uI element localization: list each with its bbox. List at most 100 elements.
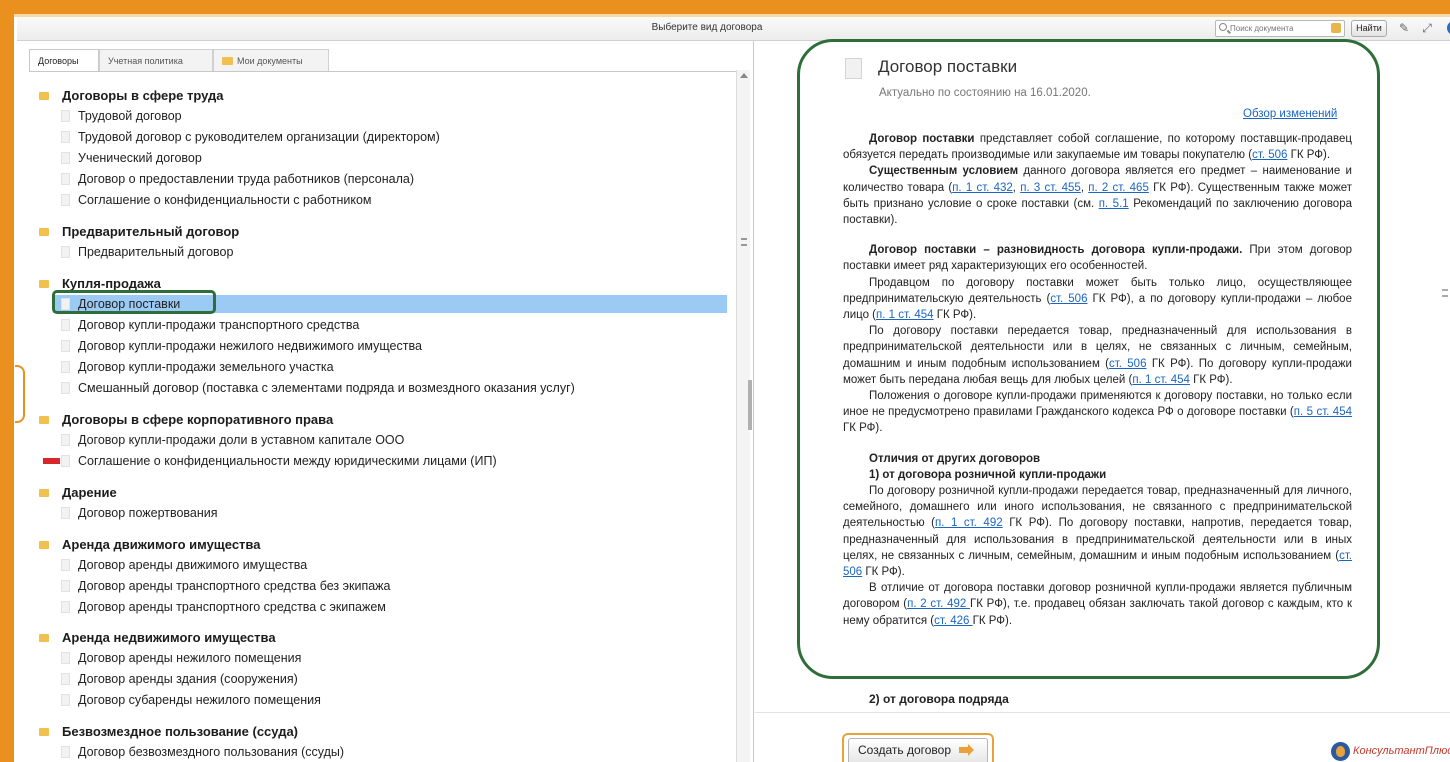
list-item-label: Договор купли-продажи земельного участка bbox=[78, 360, 334, 374]
find-button[interactable]: Найти bbox=[1351, 20, 1387, 37]
tab-contracts[interactable]: Договоры bbox=[29, 49, 99, 71]
document-icon bbox=[61, 559, 70, 571]
law-link[interactable]: ст. 506 bbox=[1050, 293, 1087, 305]
document-scrollbar[interactable] bbox=[1441, 44, 1450, 714]
section-heading: Отличия от других договоров bbox=[869, 452, 1041, 465]
subsection-heading: 1) от договора розничной купли-продажи bbox=[869, 468, 1107, 481]
tab-accounting-policy-label: Учетная политика bbox=[108, 56, 183, 66]
document-icon bbox=[61, 455, 70, 467]
category-preliminary[interactable]: Предварительный договор bbox=[39, 223, 239, 241]
list-item[interactable]: Договор о предоставлении труда работнико… bbox=[61, 170, 414, 188]
text: ГК РФ). bbox=[862, 566, 905, 579]
tab-my-documents[interactable]: Мои документы bbox=[213, 49, 329, 71]
list-item[interactable]: Договор купли-продажи земельного участка bbox=[61, 358, 334, 376]
text: ГК РФ). bbox=[1287, 149, 1331, 162]
paragraph: Договор поставки представляет собой согл… bbox=[843, 131, 1352, 163]
window-title: Выберите вид договора bbox=[651, 22, 763, 33]
category-label: Договоры в сфере труда bbox=[62, 88, 224, 103]
list-item[interactable]: Договор аренды здания (сооружения) bbox=[61, 670, 298, 688]
folder-icon bbox=[222, 57, 233, 65]
list-item[interactable]: Договор купли-продажи нежилого недвижимо… bbox=[61, 337, 422, 355]
pane-splitter[interactable] bbox=[748, 380, 752, 430]
scroll-grip-icon[interactable] bbox=[741, 238, 747, 246]
list-item-label: Трудовой договор с руководителем организ… bbox=[78, 130, 440, 144]
list-item-label: Договор аренды транспортного средства бе… bbox=[78, 579, 391, 593]
contract-list-pane: Договоры Учетная политика Мои документы … bbox=[17, 41, 754, 762]
category-free-use[interactable]: Безвозмездное пользование (ссуда) bbox=[39, 723, 298, 741]
list-item[interactable]: Предварительный договор bbox=[61, 243, 233, 261]
create-contract-button[interactable]: Создать договор bbox=[848, 738, 988, 762]
list-item-label: Договор купли-продажи доли в уставном ка… bbox=[78, 433, 405, 447]
document-icon bbox=[61, 340, 70, 352]
list-item-label: Договор аренды нежилого помещения bbox=[78, 651, 302, 665]
category-corporate[interactable]: Договоры в сфере корпоративного права bbox=[39, 411, 333, 429]
list-item[interactable]: Трудовой договор с руководителем организ… bbox=[61, 128, 440, 146]
list-item[interactable]: Соглашение о конфиденциальности с работн… bbox=[61, 191, 372, 209]
title-bar: Выберите вид договора Найти ✎ ⤢ ? bbox=[17, 17, 1450, 41]
category-label: Аренда движимого имущества bbox=[62, 537, 261, 552]
document-icon bbox=[61, 110, 70, 122]
law-link[interactable]: ст. 506 bbox=[1252, 149, 1287, 161]
tab-accounting-policy[interactable]: Учетная политика bbox=[99, 49, 213, 71]
list-item[interactable]: Договор купли-продажи транспортного сред… bbox=[61, 316, 359, 334]
list-item-label: Договор о предоставлении труда работнико… bbox=[78, 172, 415, 186]
list-item[interactable]: Трудовой договор bbox=[61, 107, 182, 125]
tab-divider bbox=[29, 71, 744, 72]
law-link[interactable]: ст. 506 bbox=[1109, 358, 1146, 370]
list-item[interactable]: Договор субаренды нежилого помещения bbox=[61, 691, 321, 709]
list-item-label: Договор субаренды нежилого помещения bbox=[78, 693, 321, 707]
eraser-icon[interactable] bbox=[1331, 23, 1341, 33]
search-box[interactable] bbox=[1215, 20, 1345, 37]
list-item[interactable]: Договор аренды транспортного средства бе… bbox=[61, 577, 391, 595]
folder-icon bbox=[39, 489, 49, 497]
category-real-estate-lease[interactable]: Аренда недвижимого имущества bbox=[39, 629, 276, 647]
list-item[interactable]: Договор безвозмездного пользования (ссуд… bbox=[61, 743, 344, 761]
law-link[interactable]: п. 2 ст. 492 bbox=[907, 598, 970, 610]
pin-icon[interactable]: ✎ bbox=[1397, 21, 1411, 35]
list-item[interactable]: Договор аренды движимого имущества bbox=[61, 556, 307, 574]
list-item[interactable]: Ученический договор bbox=[61, 149, 202, 167]
list-item[interactable]: Соглашение о конфиденциальности между юр… bbox=[43, 452, 497, 470]
expand-icon[interactable]: ⤢ bbox=[1420, 21, 1434, 35]
list-item[interactable]: Смешанный договор (поставка с элементами… bbox=[61, 379, 575, 397]
side-panel-handle[interactable] bbox=[15, 365, 25, 423]
law-link[interactable]: п. 5.1 bbox=[1099, 198, 1129, 210]
paragraph: Продавцом по договору поставки может быт… bbox=[843, 275, 1352, 324]
scroll-up-icon[interactable] bbox=[740, 73, 748, 78]
document-icon bbox=[61, 319, 70, 331]
document-icon bbox=[61, 361, 70, 373]
paragraph: Договор поставки – разновидность договор… bbox=[843, 242, 1352, 274]
law-link[interactable]: п. 3 ст. 455 bbox=[1020, 182, 1081, 194]
list-item[interactable]: Договор аренды нежилого помещения bbox=[61, 649, 301, 667]
text: ГК РФ). bbox=[843, 422, 883, 435]
category-label: Безвозмездное пользование (ссуда) bbox=[62, 724, 298, 739]
logo-icon bbox=[1331, 741, 1350, 761]
text: ГК РФ). bbox=[1189, 373, 1233, 386]
law-link[interactable]: п. 1 ст. 432 bbox=[952, 182, 1013, 194]
document-icon bbox=[61, 601, 70, 613]
category-movable-lease[interactable]: Аренда движимого имущества bbox=[39, 536, 261, 554]
category-label: Дарение bbox=[62, 485, 117, 500]
review-changes-link[interactable]: Обзор изменений bbox=[1243, 108, 1337, 120]
document-icon bbox=[61, 434, 70, 446]
text: Положения о договоре купли-продажи приме… bbox=[843, 390, 1352, 419]
law-link[interactable]: п. 1 ст. 492 bbox=[935, 517, 1003, 529]
folder-icon bbox=[39, 634, 49, 642]
document-icon bbox=[61, 194, 70, 206]
bold-text: Договор поставки bbox=[869, 133, 975, 145]
category-labor[interactable]: Договоры в сфере труда bbox=[39, 87, 224, 105]
selection-highlight-outline bbox=[52, 290, 216, 314]
law-link[interactable]: п. 2 ст. 465 bbox=[1088, 182, 1149, 194]
law-link[interactable]: п. 5 ст. 454 bbox=[1294, 406, 1352, 418]
category-gift[interactable]: Дарение bbox=[39, 484, 117, 502]
list-item[interactable]: Договор купли-продажи доли в уставном ка… bbox=[61, 431, 404, 449]
document-icon bbox=[61, 580, 70, 592]
list-item[interactable]: Договор пожертвования bbox=[61, 504, 218, 522]
scroll-grip-icon[interactable] bbox=[1442, 289, 1448, 297]
law-link[interactable]: ст. 426 bbox=[934, 615, 973, 627]
law-link[interactable]: п. 1 ст. 454 bbox=[1132, 374, 1190, 386]
list-item[interactable]: Договор аренды транспортного средства с … bbox=[61, 598, 386, 616]
law-link[interactable]: п. 1 ст. 454 bbox=[876, 309, 934, 321]
text: ГК РФ). bbox=[972, 614, 1013, 627]
search-input[interactable] bbox=[1230, 22, 1330, 35]
